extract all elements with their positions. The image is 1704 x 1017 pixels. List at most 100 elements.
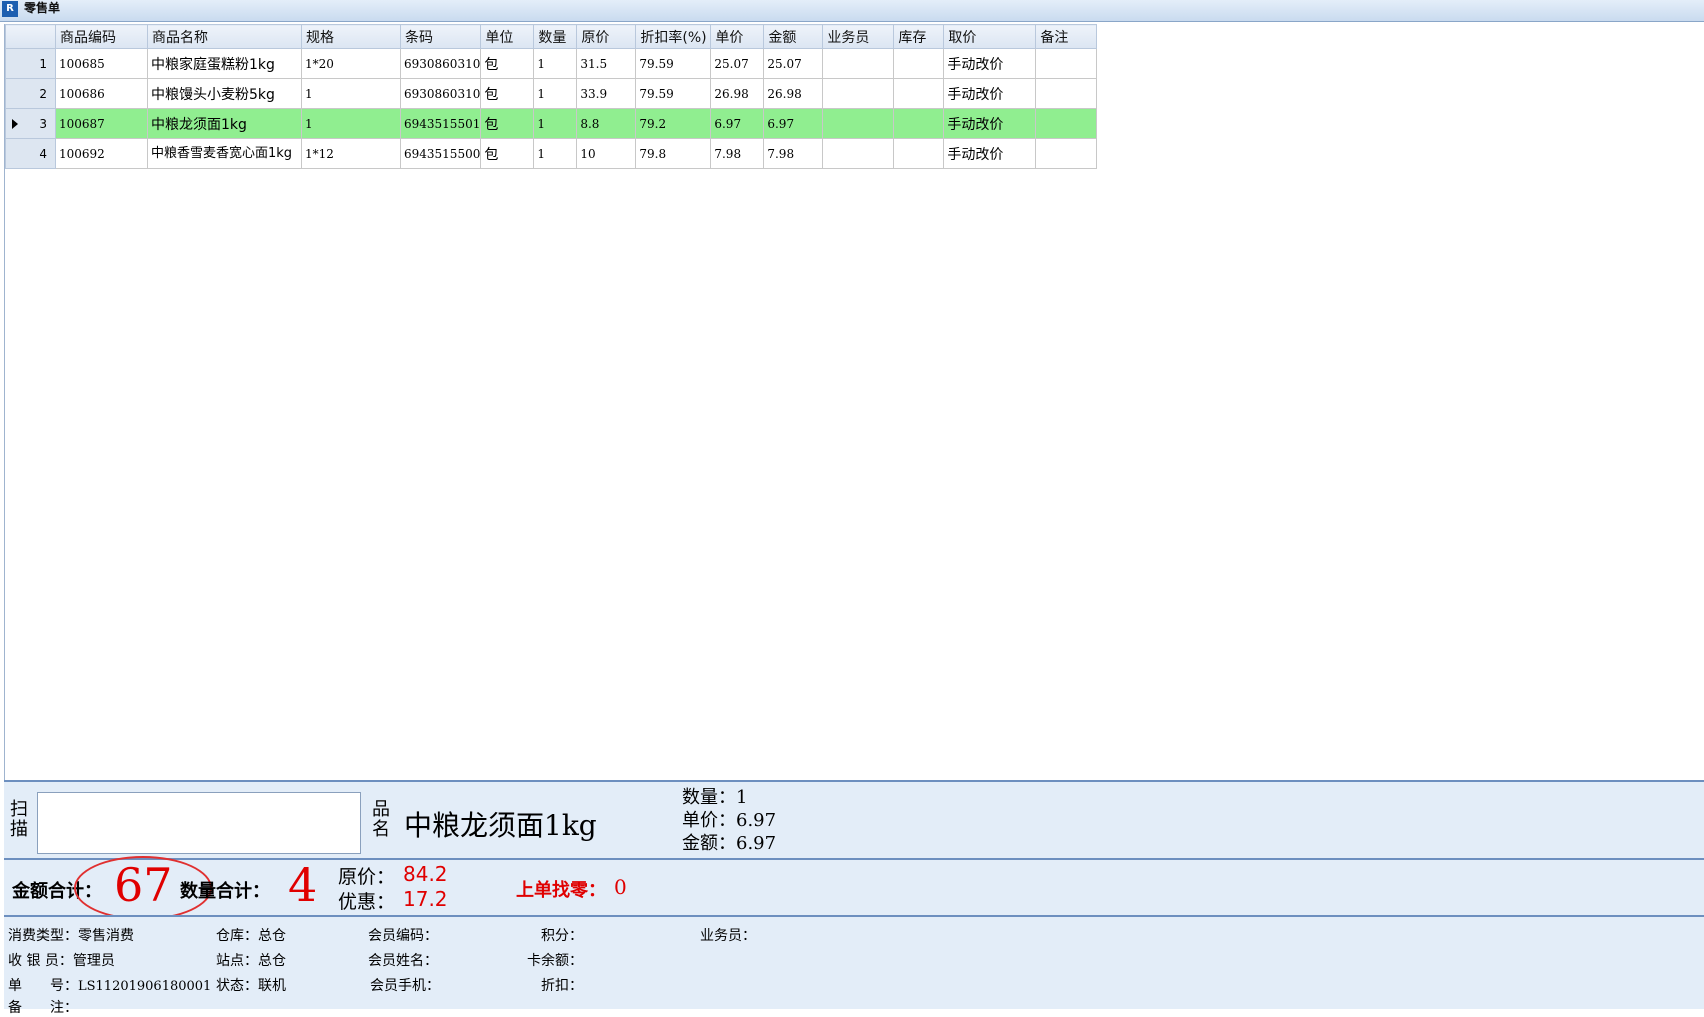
row-number[interactable]: 3: [5, 108, 56, 139]
cell-price[interactable]: 6.97: [710, 108, 765, 139]
status-value: 联机: [258, 978, 286, 994]
cell-orig-price[interactable]: 31.5: [576, 48, 637, 79]
cell-amount[interactable]: 26.98: [763, 78, 824, 109]
member-code-label: 会员编码：: [368, 928, 438, 944]
cell-discount[interactable]: 79.8: [635, 138, 712, 169]
cell-spec[interactable]: 1: [301, 108, 401, 139]
table-row[interactable]: 1 100685 中粮家庭蛋糕粉1kg 1*20 6930860310 包 1 …: [5, 48, 1098, 79]
member-phone-label: 会员手机：: [370, 978, 440, 994]
cell-code[interactable]: 100685: [55, 48, 148, 79]
status: 状态：联机: [216, 975, 286, 995]
cell-unit[interactable]: 包: [480, 48, 535, 79]
cell-spec[interactable]: 1*12: [301, 138, 401, 169]
cell-discount[interactable]: 79.2: [635, 108, 712, 139]
cell-code[interactable]: 100687: [55, 108, 148, 139]
column-header-qty[interactable]: 数量: [533, 24, 578, 49]
cell-qty[interactable]: 1: [533, 48, 578, 79]
cell-pricing[interactable]: 手动改价: [943, 138, 1037, 169]
points-label: 积分：: [541, 928, 583, 944]
cell-name[interactable]: 中粮家庭蛋糕粉1kg: [147, 48, 302, 79]
cell-discount[interactable]: 79.59: [635, 78, 712, 109]
last-change-value: 0: [614, 875, 627, 899]
column-header-amount[interactable]: 金额: [763, 24, 824, 49]
column-header-orig-price[interactable]: 原价: [576, 24, 637, 49]
column-header-pricing[interactable]: 取价: [943, 24, 1037, 49]
cell-note[interactable]: [1035, 48, 1098, 79]
column-header-discount[interactable]: 折扣率(%): [635, 24, 712, 49]
scan-input[interactable]: [37, 792, 361, 854]
cell-stock[interactable]: [893, 78, 945, 109]
table-row-selected[interactable]: 3 100687 中粮龙须面1kg 1 6943515501 包 1 8.8 7…: [5, 108, 1098, 139]
cell-pricing[interactable]: 手动改价: [943, 48, 1037, 79]
consume-type-label: 消费类型：: [8, 928, 78, 944]
column-header-price[interactable]: 单价: [710, 24, 765, 49]
consume-type: 消费类型：零售消费: [8, 925, 134, 945]
cell-stock[interactable]: [893, 138, 945, 169]
cell-spec[interactable]: 1: [301, 78, 401, 109]
cell-price[interactable]: 25.07: [710, 48, 765, 79]
cell-name[interactable]: 中粮香雪麦香宽心面1kg: [147, 138, 302, 169]
cell-orig-price[interactable]: 8.8: [576, 108, 637, 139]
column-header-note[interactable]: 备注: [1035, 24, 1098, 49]
cell-amount[interactable]: 7.98: [763, 138, 824, 169]
column-header-name[interactable]: 商品名称: [147, 24, 302, 49]
cell-orig-price[interactable]: 10: [576, 138, 637, 169]
cell-qty[interactable]: 1: [533, 138, 578, 169]
cell-pricing[interactable]: 手动改价: [943, 108, 1037, 139]
column-header-stock[interactable]: 库存: [893, 24, 945, 49]
cell-clerk[interactable]: [822, 138, 895, 169]
row-number[interactable]: 1: [5, 48, 56, 79]
cell-code[interactable]: 100692: [55, 138, 148, 169]
discount-rate-label: 折扣：: [541, 978, 583, 994]
totals-panel: 金额合计： 67 数量合计： 4 原价： 84.2 优惠： 17.2 上单找零：…: [4, 856, 1704, 920]
cell-orig-price[interactable]: 33.9: [576, 78, 637, 109]
cell-name[interactable]: 中粮龙须面1kg: [147, 108, 302, 139]
table-row[interactable]: 2 100686 中粮馒头小麦粉5kg 1 6930860310 包 1 33.…: [5, 78, 1098, 109]
sales-grid[interactable]: 商品编码 商品名称 规格 条码 单位 数量 原价 折扣率(%) 单价 金额 业务…: [4, 24, 1704, 780]
cell-note[interactable]: [1035, 78, 1098, 109]
cashier-label: 收 银 员：: [8, 953, 73, 969]
cell-barcode[interactable]: 6943515500: [399, 138, 482, 169]
station-value: 总仓: [258, 953, 286, 969]
cell-barcode[interactable]: 6930860310: [399, 48, 482, 79]
cell-name[interactable]: 中粮馒头小麦粉5kg: [147, 78, 302, 109]
cell-qty[interactable]: 1: [533, 108, 578, 139]
cell-clerk[interactable]: [822, 78, 895, 109]
cell-note[interactable]: [1035, 108, 1098, 139]
cell-amount[interactable]: 6.97: [763, 108, 824, 139]
table-row[interactable]: 4 100692 中粮香雪麦香宽心面1kg 1*12 6943515500 包 …: [5, 138, 1098, 169]
cell-discount[interactable]: 79.59: [635, 48, 712, 79]
cell-amount[interactable]: 25.07: [763, 48, 824, 79]
cell-stock[interactable]: [893, 48, 945, 79]
warehouse-value: 总仓: [258, 928, 286, 944]
cell-unit[interactable]: 包: [480, 108, 535, 139]
current-qty: 数量：1: [682, 787, 748, 808]
cell-spec[interactable]: 1*20: [301, 48, 401, 79]
column-header-code[interactable]: 商品编码: [55, 24, 148, 49]
cell-qty[interactable]: 1: [533, 78, 578, 109]
cell-price[interactable]: 26.98: [710, 78, 765, 109]
column-header-unit[interactable]: 单位: [480, 24, 535, 49]
cell-unit[interactable]: 包: [480, 78, 535, 109]
cell-clerk[interactable]: [822, 108, 895, 139]
cell-barcode[interactable]: 6943515501: [399, 108, 482, 139]
cell-unit[interactable]: 包: [480, 138, 535, 169]
current-amount: 金额：6.97: [682, 833, 777, 854]
cell-code[interactable]: 100686: [55, 78, 148, 109]
cell-pricing[interactable]: 手动改价: [943, 78, 1037, 109]
cell-price[interactable]: 7.98: [710, 138, 765, 169]
column-header-clerk[interactable]: 业务员: [822, 24, 895, 49]
column-header-barcode[interactable]: 条码: [399, 24, 482, 49]
cell-note[interactable]: [1035, 138, 1098, 169]
row-number[interactable]: 2: [5, 78, 56, 109]
qty-total-value: 4: [288, 858, 318, 912]
row-number[interactable]: 4: [5, 138, 56, 169]
column-header-spec[interactable]: 规格: [301, 24, 401, 49]
last-change-label: 上单找零：: [516, 880, 606, 901]
cell-stock[interactable]: [893, 108, 945, 139]
qty-total-label: 数量合计：: [180, 881, 270, 902]
cell-clerk[interactable]: [822, 48, 895, 79]
scan-panel: 扫描 品名 中粮龙须面1kg 数量：1 单价：6.97 金额：6.97: [4, 780, 1704, 858]
column-header-rownum[interactable]: [5, 24, 56, 49]
cell-barcode[interactable]: 6930860310: [399, 78, 482, 109]
